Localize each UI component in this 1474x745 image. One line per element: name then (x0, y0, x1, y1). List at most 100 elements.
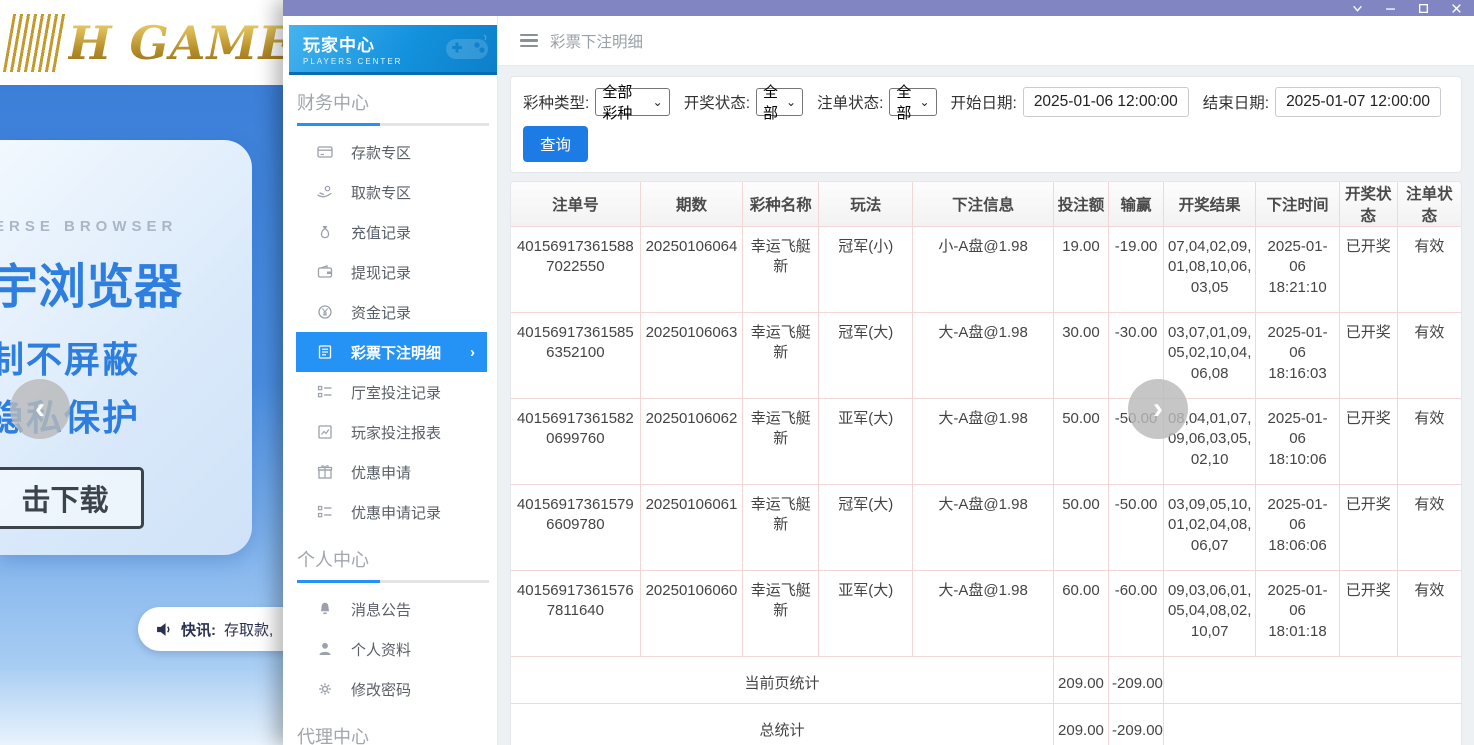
cell-lottery-name: 幸运飞艇新 (743, 227, 819, 313)
bet-table: 注单号期数彩种名称玩法下注信息投注额输赢开奖结果下注时间开奖状态注单状态 401… (511, 182, 1461, 745)
cell-bet-id: 401569173615796609780 (511, 485, 640, 571)
sidebar-item-label: 存款专区 (351, 142, 411, 163)
column-header-draw-status: 开奖状态 (1339, 182, 1397, 227)
window-minimize-icon[interactable] (1385, 3, 1396, 14)
window-close-icon[interactable] (1451, 3, 1462, 14)
search-button[interactable]: 查询 (523, 126, 588, 162)
cell-bet-info: 小-A盘@1.98 (913, 227, 1054, 313)
cell-draw-status: 已开奖 (1339, 227, 1397, 313)
sidebar-item-优惠申请记录[interactable]: 优惠申请记录 (283, 492, 497, 532)
sidebar-item-修改密码[interactable]: 修改密码 (283, 669, 497, 709)
table-header-row: 注单号期数彩种名称玩法下注信息投注额输赢开奖结果下注时间开奖状态注单状态 (511, 182, 1461, 227)
chevron-down-icon: ⌄ (786, 95, 796, 109)
hh-game-logo[interactable]: H GAME (8, 14, 294, 72)
cell-bet-time: 2025-01-06 18:06:06 (1256, 485, 1340, 571)
sidebar-item-label: 优惠申请 (351, 462, 411, 483)
draw-status-select[interactable]: 全部 ⌄ (756, 88, 803, 116)
table-row: 40156917361582069976020250106062幸运飞艇新亚军(… (511, 399, 1461, 485)
column-header-period: 期数 (640, 182, 743, 227)
deposit-icon (317, 144, 333, 160)
summary-empty (1164, 657, 1461, 704)
cell-bet-info: 大-A盘@1.98 (913, 399, 1054, 485)
summary-winloss-total: -209.00 (1109, 704, 1164, 745)
cell-bet-amount: 50.00 (1053, 399, 1108, 485)
bell-icon (317, 601, 333, 617)
cell-draw-result: 09,03,06,01,05,04,08,02,10,07 (1164, 571, 1256, 657)
summary-row: 当前页统计209.00-209.00 (511, 657, 1461, 704)
cell-period: 20250106064 (640, 227, 743, 313)
speaker-icon (156, 622, 173, 637)
chevron-down-icon: ⌄ (919, 95, 929, 109)
cell-win-loss: -60.00 (1109, 571, 1164, 657)
window-chevron-down-icon[interactable] (1352, 3, 1363, 14)
promo-apply-icon (317, 464, 333, 480)
sidebar: 玩家中心 PLAYERS CENTER 财务中心存款专区取款专区充值记录提现记录… (283, 16, 498, 745)
download-button[interactable]: 击下载 (0, 467, 144, 529)
sidebar-item-label: 玩家投注报表 (351, 422, 441, 443)
sidebar-item-消息公告[interactable]: 消息公告 (283, 589, 497, 629)
cell-win-loss: -50.00 (1109, 485, 1164, 571)
cell-draw-result: 07,04,02,09,01,08,10,06,03,05 (1164, 227, 1256, 313)
lottery-type-value: 全部彩种 (602, 81, 644, 123)
lottery-type-label: 彩种类型: (523, 91, 589, 113)
sidebar-item-个人资料[interactable]: 个人资料 (283, 629, 497, 669)
cell-period: 20250106063 (640, 313, 743, 399)
recharge-record-icon (317, 224, 333, 240)
summary-winloss-total: -209.00 (1109, 657, 1164, 704)
banner-title: 宇浏览器 (0, 247, 252, 317)
cell-lottery-name: 幸运飞艇新 (743, 571, 819, 657)
bet-status-value: 全部 (896, 81, 911, 123)
cell-bet-id: 401569173615767811640 (511, 571, 640, 657)
bet-status-label: 注单状态: (817, 91, 883, 113)
window-maximize-icon[interactable] (1418, 3, 1429, 14)
withdrawal-record-icon (317, 264, 333, 280)
content: 彩种类型: 全部彩种 ⌄ 开奖状态: 全部 ⌄ 注单状态: (498, 66, 1474, 745)
sidebar-item-label: 个人资料 (351, 639, 411, 660)
hall-bet-record-icon (317, 384, 333, 400)
cell-bet-amount: 60.00 (1053, 571, 1108, 657)
funds-record-icon (317, 304, 333, 320)
lottery-type-select[interactable]: 全部彩种 ⌄ (595, 88, 669, 116)
sidebar-item-资金记录[interactable]: 资金记录 (283, 292, 497, 332)
cell-period: 20250106060 (640, 571, 743, 657)
chevron-right-icon: › (470, 344, 475, 361)
cell-bet-time: 2025-01-06 18:01:18 (1256, 571, 1340, 657)
news-ticker[interactable]: 快讯: 存取款, (138, 607, 283, 651)
sidebar-item-彩票下注明细[interactable]: 彩票下注明细› (296, 332, 487, 372)
sidebar-item-label: 厅室投注记录 (351, 382, 441, 403)
bet-status-select[interactable]: 全部 ⌄ (889, 88, 936, 116)
sidebar-item-玩家投注报表[interactable]: 玩家投注报表 (283, 412, 497, 452)
table-row: 40156917361576781164020250106060幸运飞艇新亚军(… (511, 571, 1461, 657)
sidebar-item-厅室投注记录[interactable]: 厅室投注记录 (283, 372, 497, 412)
sidebar-item-提现记录[interactable]: 提现记录 (283, 252, 497, 292)
sidebar-header: 玩家中心 PLAYERS CENTER (289, 25, 498, 75)
sidebar-item-存款专区[interactable]: 存款专区 (283, 132, 497, 172)
cell-bet-status: 有效 (1397, 399, 1461, 485)
column-header-draw-result: 开奖结果 (1164, 182, 1256, 227)
menu-icon[interactable] (520, 34, 538, 48)
draw-status-value: 全部 (763, 81, 778, 123)
carousel-next-button[interactable]: › (1128, 379, 1188, 439)
logo-barcode-icon (3, 14, 67, 72)
column-header-play-type: 玩法 (819, 182, 913, 227)
cell-bet-time: 2025-01-06 18:16:03 (1256, 313, 1340, 399)
cell-bet-info: 大-A盘@1.98 (913, 313, 1054, 399)
cell-period: 20250106062 (640, 399, 743, 485)
cell-draw-status: 已开奖 (1339, 399, 1397, 485)
cell-bet-info: 大-A盘@1.98 (913, 485, 1054, 571)
start-date-input[interactable]: 2025-01-06 12:00:00 (1023, 87, 1189, 117)
cell-bet-id: 401569173615820699760 (511, 399, 640, 485)
sidebar-item-label: 充值记录 (351, 222, 411, 243)
carousel-prev-button[interactable]: ‹ (10, 379, 70, 439)
section-underline (297, 123, 489, 126)
sidebar-item-取款专区[interactable]: 取款专区 (283, 172, 497, 212)
end-date-input[interactable]: 2025-01-07 12:00:00 (1275, 87, 1441, 117)
column-header-lottery-name: 彩种名称 (743, 182, 819, 227)
sidebar-section-label: 个人中心 (297, 546, 497, 572)
draw-status-label: 开奖状态: (684, 91, 750, 113)
site-header: H GAME (0, 0, 283, 85)
sidebar-item-充值记录[interactable]: 充值记录 (283, 212, 497, 252)
sidebar-item-优惠申请[interactable]: 优惠申请 (283, 452, 497, 492)
cell-bet-id: 401569173615856352100 (511, 313, 640, 399)
cell-lottery-name: 幸运飞艇新 (743, 485, 819, 571)
